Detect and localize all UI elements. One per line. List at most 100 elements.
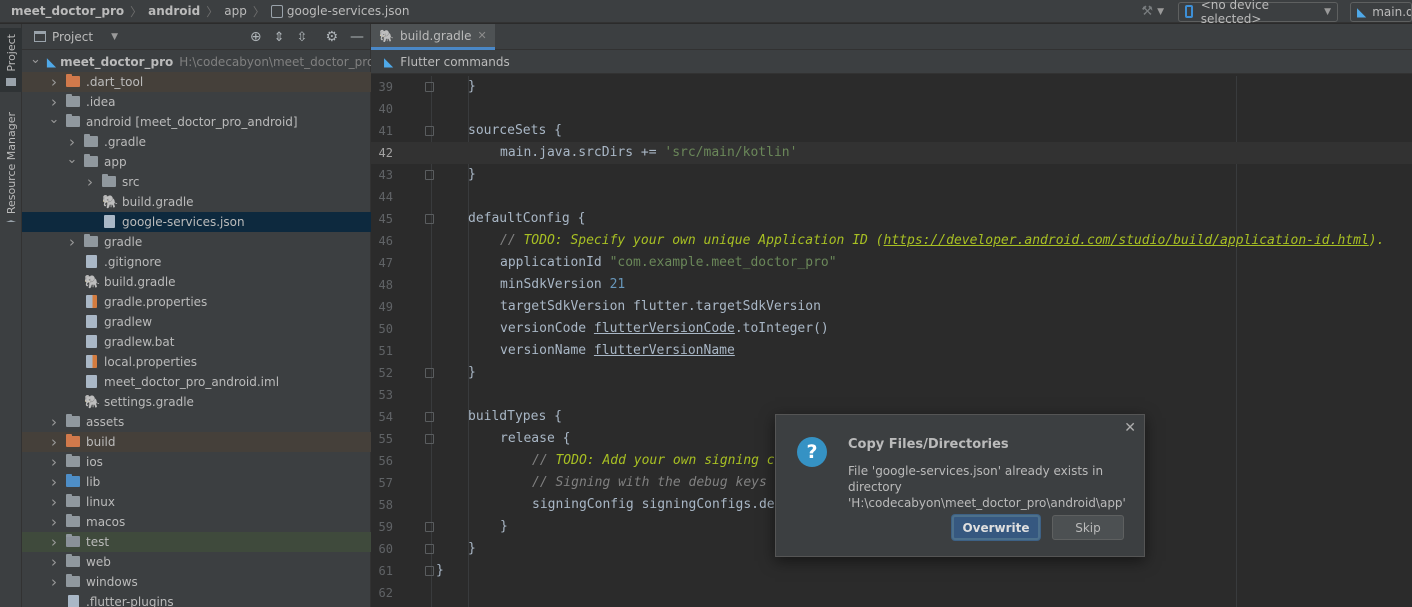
tree-item[interactable]: › test — [22, 532, 371, 552]
code-line[interactable]: 62 — [371, 582, 1412, 604]
tree-item[interactable]: › linux — [22, 492, 371, 512]
tree-item[interactable]: gradlew — [22, 312, 371, 332]
code-line[interactable]: 42 main.java.srcDirs += 'src/main/kotlin' — [371, 142, 1412, 164]
fold-marker-icon[interactable] — [425, 412, 434, 422]
skip-button[interactable]: Skip — [1052, 515, 1124, 540]
chevron-down-icon[interactable]: ⌄ — [48, 112, 60, 127]
tool-tab-project[interactable]: Project — [0, 28, 22, 92]
code-line[interactable]: 49 targetSdkVersion flutter.targetSdkVers… — [371, 296, 1412, 318]
tree-item[interactable]: › assets — [22, 412, 371, 432]
chevron-right-icon[interactable]: › — [66, 233, 78, 251]
fold-marker-icon[interactable] — [425, 368, 434, 378]
fold-marker-icon[interactable] — [425, 522, 434, 532]
fold-marker-icon[interactable] — [425, 82, 434, 92]
tree-item[interactable]: › build — [22, 432, 371, 452]
chevron-right-icon[interactable]: › — [48, 433, 60, 451]
chevron-right-icon[interactable]: › — [84, 173, 96, 191]
tree-item[interactable]: › macos — [22, 512, 371, 532]
tree-item[interactable]: › .idea — [22, 92, 371, 112]
hammer-icon[interactable]: ⚒ — [1141, 4, 1153, 19]
tree-item[interactable]: › lib — [22, 472, 371, 492]
tree-item[interactable]: local.properties — [22, 352, 371, 372]
flutter-commands-label[interactable]: Flutter commands — [400, 55, 510, 69]
chevron-right-icon[interactable]: › — [48, 553, 60, 571]
chevron-right-icon[interactable]: › — [48, 453, 60, 471]
fold-marker-icon[interactable] — [425, 170, 434, 180]
fold-marker-icon[interactable] — [425, 544, 434, 554]
code-line[interactable]: 46 // TODO: Specify your own unique Appli… — [371, 230, 1412, 252]
code-line[interactable]: 53 — [371, 384, 1412, 406]
tree-item[interactable]: google-services.json — [22, 212, 371, 232]
tool-tab-resource-manager[interactable]: Resource Manager — [0, 108, 22, 222]
code-line[interactable]: 43} — [371, 164, 1412, 186]
line-number: 43 — [378, 168, 393, 182]
chevron-down-icon[interactable]: ⌄ — [30, 52, 41, 67]
code-line[interactable]: 47 applicationId "com.example.meet_doctor… — [371, 252, 1412, 274]
tree-item[interactable]: › .dart_tool — [22, 72, 371, 92]
chevron-right-icon[interactable]: › — [48, 493, 60, 511]
tree-item[interactable]: gradlew.bat — [22, 332, 371, 352]
code-line[interactable]: 51 versionName flutterVersionName — [371, 340, 1412, 362]
code-line[interactable]: 52} — [371, 362, 1412, 384]
close-icon[interactable]: ✕ — [478, 29, 487, 42]
tree-item[interactable]: › .gradle — [22, 132, 371, 152]
breadcrumb-app[interactable]: app — [224, 4, 247, 18]
chevron-down-icon[interactable]: ▼ — [111, 32, 118, 42]
tree-item-label: app — [104, 155, 127, 169]
chevron-right-icon[interactable]: › — [66, 133, 78, 151]
overwrite-button[interactable]: Overwrite — [952, 515, 1040, 540]
chevron-right-icon[interactable]: › — [48, 513, 60, 531]
collapse-all-icon[interactable]: ⇳ — [297, 30, 308, 45]
tree-item[interactable]: › ios — [22, 452, 371, 472]
fold-marker-icon[interactable] — [425, 214, 434, 224]
tree-item[interactable]: 🐘 settings.gradle — [22, 392, 371, 412]
tree-item[interactable]: .gitignore — [22, 252, 371, 272]
code-line[interactable]: 45 defaultConfig { — [371, 208, 1412, 230]
code-line[interactable]: 48 minSdkVersion 21 — [371, 274, 1412, 296]
fold-marker-icon[interactable] — [425, 126, 434, 136]
tree-item[interactable]: ⌄ ◣ meet_doctor_pro H:\codecabyon\meet_doct… — [22, 52, 374, 72]
locate-icon[interactable]: ⊕ — [250, 29, 262, 45]
chevron-down-icon[interactable]: ▼ — [1157, 7, 1164, 17]
breadcrumb-project[interactable]: meet_doctor_pro — [11, 4, 124, 18]
tree-item[interactable]: › src — [22, 172, 371, 192]
tree-item-label: gradle — [104, 235, 143, 249]
line-number: 57 — [378, 476, 393, 490]
project-view-title[interactable]: Project — [52, 30, 93, 44]
run-config-selector[interactable]: ◣ main.dart — [1350, 1, 1412, 22]
tree-item[interactable]: › web — [22, 552, 371, 572]
device-selector[interactable]: <no device selected> ▼ — [1178, 0, 1338, 26]
tree-item[interactable]: 🐘 build.gradle — [22, 192, 371, 212]
code-line[interactable]: 44 — [371, 186, 1412, 208]
code-line[interactable]: 40 — [371, 98, 1412, 120]
chevron-right-icon[interactable]: › — [48, 573, 60, 591]
chevron-right-icon[interactable]: › — [48, 93, 60, 111]
code-line[interactable]: 61} — [371, 560, 1412, 582]
tree-item[interactable]: ⌄ android [meet_doctor_pro_android] — [22, 112, 371, 132]
chevron-down-icon[interactable]: ⌄ — [66, 152, 78, 167]
gradle-icon: 🐘 — [84, 395, 101, 410]
chevron-right-icon[interactable]: › — [48, 413, 60, 431]
fold-marker-icon[interactable] — [425, 566, 434, 576]
code-line[interactable]: 41 sourceSets { — [371, 120, 1412, 142]
code-line[interactable]: 39} — [371, 76, 1412, 98]
tree-item[interactable]: meet_doctor_pro_android.iml — [22, 372, 371, 392]
code-line[interactable]: 50 versionCode flutterVersionCode.toInteg… — [371, 318, 1412, 340]
tree-item[interactable]: ⌄ app — [22, 152, 371, 172]
tree-item[interactable]: › gradle — [22, 232, 371, 252]
close-icon[interactable]: ✕ — [1124, 420, 1136, 436]
gear-icon[interactable]: ⚙ — [325, 29, 338, 45]
breadcrumb-file[interactable]: google-services.json — [287, 4, 410, 18]
chevron-right-icon[interactable]: › — [48, 533, 60, 551]
tab-build-gradle[interactable]: 🐘 build.gradle ✕ — [371, 24, 495, 50]
hide-icon[interactable]: — — [350, 29, 364, 45]
tree-item[interactable]: gradle.properties — [22, 292, 371, 312]
fold-marker-icon[interactable] — [425, 434, 434, 444]
chevron-right-icon[interactable]: › — [48, 73, 60, 91]
tree-item[interactable]: .flutter-plugins — [22, 592, 371, 607]
expand-all-icon[interactable]: ⇕ — [274, 30, 285, 45]
breadcrumb-android[interactable]: android — [148, 4, 200, 18]
tree-item[interactable]: › windows — [22, 572, 371, 592]
chevron-right-icon[interactable]: › — [48, 473, 60, 491]
tree-item[interactable]: 🐘 build.gradle — [22, 272, 371, 292]
